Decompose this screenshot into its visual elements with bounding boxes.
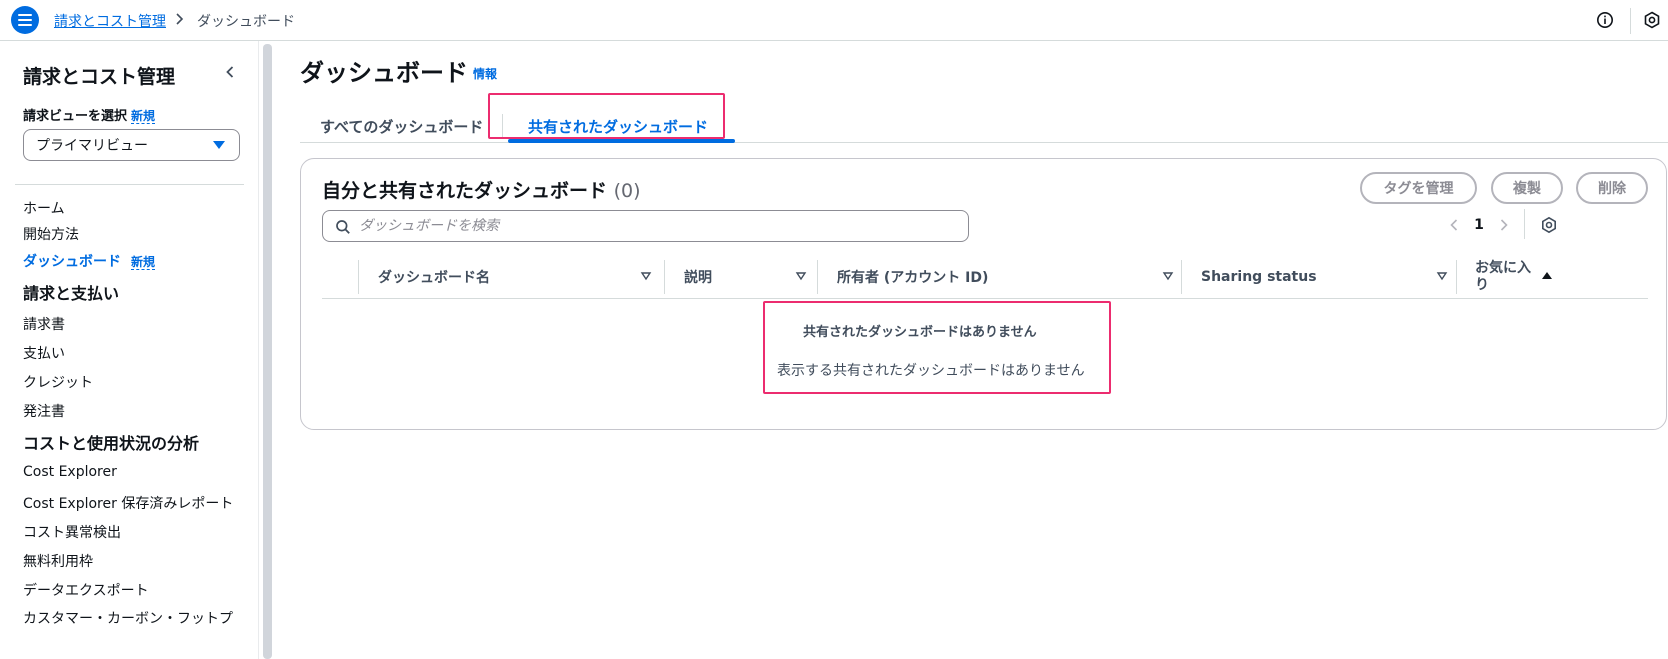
sidebar-item-anomaly-detection[interactable]: コスト異常検出 <box>23 522 121 542</box>
empty-state: 共有されたダッシュボードはありません 表示する共有されたダッシュボードはありませ… <box>763 301 1111 394</box>
sidebar-item-getting-started[interactable]: 開始方法 <box>23 224 79 244</box>
empty-state-description: 表示する共有されたダッシュボードはありません <box>777 363 1085 379</box>
info-icon[interactable] <box>1596 11 1614 29</box>
billing-view-select[interactable]: プライマリビュー <box>23 129 240 161</box>
manage-tags-button[interactable]: タグを管理 <box>1360 172 1477 204</box>
settings-icon[interactable] <box>1643 11 1661 29</box>
column-divider <box>1456 260 1457 294</box>
topbar-divider <box>1630 8 1631 34</box>
sidebar-item-purchase-orders[interactable]: 発注書 <box>23 401 65 421</box>
copy-button[interactable]: 複製 <box>1491 172 1563 204</box>
sort-ascending-icon <box>1542 272 1552 279</box>
column-header-sharing-status[interactable]: Sharing status <box>1201 255 1466 299</box>
sidebar-item-home[interactable]: ホーム <box>23 198 65 218</box>
sidebar-item-free-tier[interactable]: 無料利用枠 <box>23 551 93 571</box>
sort-icon <box>1162 272 1174 281</box>
chevron-right-icon <box>176 13 184 25</box>
top-navigation-bar: 請求とコスト管理 ダッシュボード <box>0 0 1668 41</box>
sort-icon <box>640 272 652 281</box>
delete-button[interactable]: 削除 <box>1576 172 1648 204</box>
chevron-left-icon[interactable] <box>1446 217 1462 233</box>
breadcrumb-current: ダッシュボード <box>197 14 295 30</box>
sidebar-section-cost-analysis: コストと使用状況の分析 <box>23 434 200 453</box>
tab-all-dashboards[interactable]: すべてのダッシュボード <box>300 109 503 143</box>
sidebar-item-dashboards-label: ダッシュボード <box>23 254 121 270</box>
column-header-favorite-label: お気に入り <box>1475 260 1531 293</box>
new-badge[interactable]: 新規 <box>131 255 156 270</box>
column-header-sharing-status-label: Sharing status <box>1201 269 1317 285</box>
sidebar-item-data-exports[interactable]: データエクスポート <box>23 580 149 600</box>
search-field[interactable] <box>322 210 969 242</box>
chevron-right-icon[interactable] <box>1496 217 1512 233</box>
panel-title: 自分と共有されたダッシュボード (0) <box>322 176 641 203</box>
hamburger-icon <box>18 14 32 26</box>
breadcrumb-billing-link[interactable]: 請求とコスト管理 <box>54 11 166 31</box>
column-header-favorite[interactable]: お気に入り <box>1475 255 1647 299</box>
column-divider <box>358 260 359 294</box>
panel-count: (0) <box>613 180 641 202</box>
tab-bar: すべてのダッシュボード 共有されたダッシュボード <box>300 99 1668 143</box>
sidebar-item-bills[interactable]: 請求書 <box>23 314 65 334</box>
tab-shared-dashboards[interactable]: 共有されたダッシュボード <box>508 109 728 143</box>
column-header-description-label: 説明 <box>684 270 712 286</box>
active-tab-indicator <box>508 139 735 143</box>
search-icon <box>336 220 350 234</box>
sidebar-item-saved-reports[interactable]: Cost Explorer 保存済みレポート <box>23 493 233 513</box>
gear-icon[interactable] <box>1540 216 1558 234</box>
column-header-owner-label: 所有者 (アカウント ID) <box>837 270 989 286</box>
billing-view-label-text: 請求ビューを選択 <box>23 109 128 124</box>
sidebar-section-billing: 請求と支払い <box>23 284 120 303</box>
sidebar-scrollbar[interactable] <box>263 44 272 659</box>
sidebar-item-payments[interactable]: 支払い <box>23 343 65 363</box>
empty-state-title: 共有されたダッシュボードはありません <box>803 325 1037 340</box>
column-divider <box>1181 260 1182 294</box>
sidebar-item-dashboards[interactable]: ダッシュボード 新規 <box>23 251 156 271</box>
table-header: ダッシュボード名 説明 所有者 (アカウント ID) Sharing statu… <box>322 255 1648 299</box>
info-link[interactable]: 情報 <box>473 65 497 82</box>
sort-icon <box>795 272 807 281</box>
caret-down-icon <box>213 141 225 149</box>
page-title: ダッシュボード <box>300 59 468 87</box>
pagination: 1 <box>1446 217 1512 233</box>
tab-separator <box>502 114 503 138</box>
column-header-description[interactable]: 説明 <box>684 255 807 299</box>
sidebar-divider <box>15 184 244 185</box>
billing-view-selected: プライマリビュー <box>36 138 148 154</box>
column-header-name-label: ダッシュボード名 <box>378 270 490 286</box>
column-divider <box>817 260 818 294</box>
sidebar-title: 請求とコスト管理 <box>23 66 176 88</box>
search-input[interactable] <box>359 218 949 234</box>
billing-view-label: 請求ビューを選択 新規 <box>23 105 156 124</box>
column-header-owner[interactable]: 所有者 (アカウント ID) <box>837 255 1182 299</box>
chevron-left-icon[interactable] <box>222 64 238 80</box>
pagination-divider <box>1524 209 1525 239</box>
sidebar-item-credits[interactable]: クレジット <box>23 372 93 392</box>
sort-icon <box>1436 272 1448 281</box>
column-header-name[interactable]: ダッシュボード名 <box>378 255 652 299</box>
page-number[interactable]: 1 <box>1462 217 1496 233</box>
menu-button[interactable] <box>11 6 39 34</box>
new-badge[interactable]: 新規 <box>131 109 156 124</box>
sidebar-item-carbon-footprint[interactable]: カスタマー・カーボン・フットプ <box>23 608 233 628</box>
panel-title-text: 自分と共有されたダッシュボード <box>322 180 608 202</box>
column-divider <box>664 260 665 294</box>
side-navigation: 請求とコスト管理 請求ビューを選択 新規 プライマリビュー ホーム 開始方法 ダッ… <box>0 41 259 659</box>
sidebar-item-cost-explorer[interactable]: Cost Explorer <box>23 464 117 480</box>
